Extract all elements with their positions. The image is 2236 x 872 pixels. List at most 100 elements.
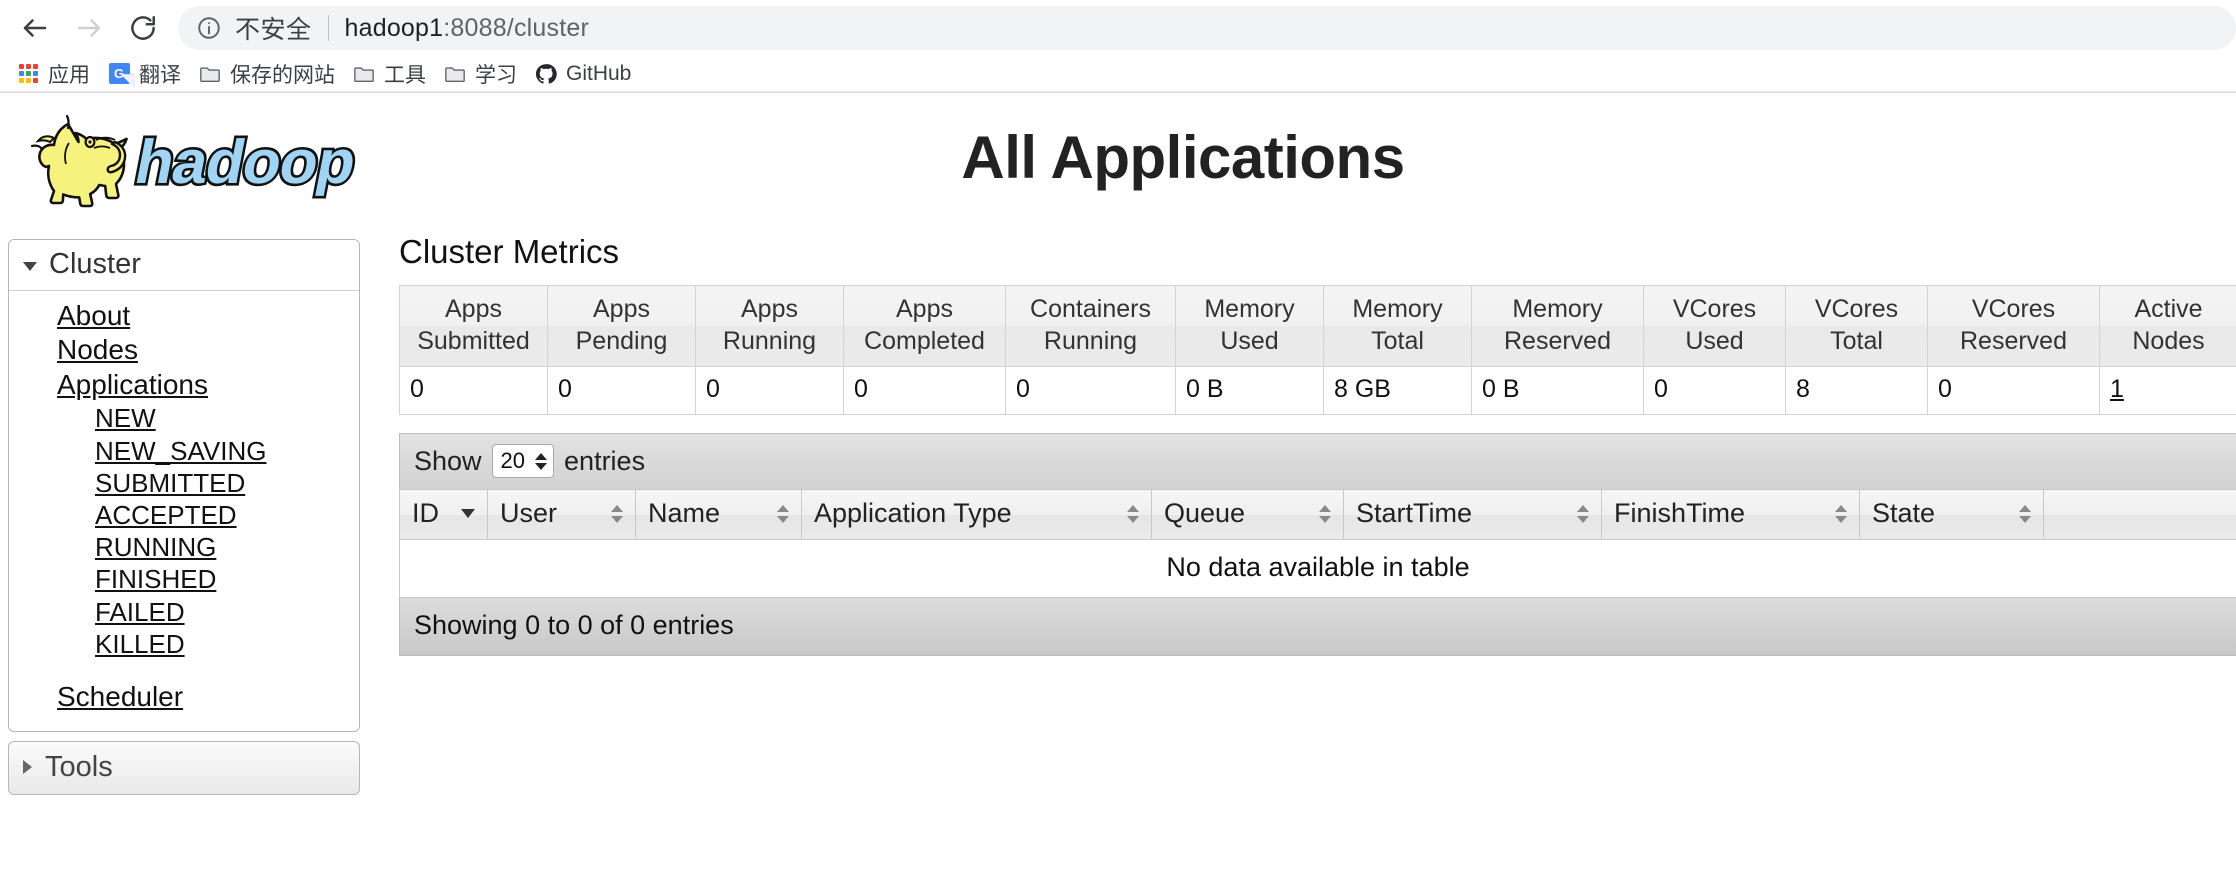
metrics-col-line2: Used xyxy=(1220,327,1279,355)
bookmark-translate[interactable]: G 翻译 xyxy=(99,59,190,89)
forward-arrow-icon xyxy=(74,13,104,43)
bookmark-saved-sites[interactable]: 保存的网站 xyxy=(190,59,344,89)
metrics-col-line2: Nodes xyxy=(2132,327,2205,355)
sidebar-item-killed[interactable]: KILLED xyxy=(9,628,359,660)
folder-icon xyxy=(199,63,221,85)
sort-both-icon xyxy=(2019,504,2031,523)
url-host: hadoop1 xyxy=(344,13,444,42)
bookmark-tools[interactable]: 工具 xyxy=(344,59,435,89)
sort-both-icon xyxy=(777,504,789,523)
bookmark-github[interactable]: GitHub xyxy=(526,59,640,89)
sidebar-item-scheduler[interactable]: Scheduler xyxy=(9,680,359,714)
bookmark-label: 学习 xyxy=(475,63,517,87)
metrics-col-line2: Total xyxy=(1371,327,1424,355)
col-header-id[interactable]: ID xyxy=(399,489,488,540)
sort-both-icon xyxy=(611,504,623,523)
metrics-col-vcores-used: VCores Used xyxy=(1643,285,1786,367)
sidebar-tools-header[interactable]: Tools xyxy=(8,740,360,795)
forward-button[interactable] xyxy=(62,1,116,55)
applications-table: ID User Name Application Type Queue Star… xyxy=(399,489,2236,598)
folder-icon xyxy=(444,63,466,85)
metrics-col-line1: Containers xyxy=(1030,295,1151,323)
page-length-value: 20 xyxy=(500,448,526,473)
metrics-col-vcores-total: VCores Total xyxy=(1785,285,1928,367)
address-bar[interactable]: 不安全 hadoop1:8088/cluster xyxy=(178,6,2236,50)
col-label: Queue xyxy=(1164,498,1246,528)
metrics-col-line1: Apps xyxy=(593,295,650,323)
page-title: All Applications xyxy=(961,124,1405,191)
security-status-label: 不安全 xyxy=(235,16,312,44)
col-header-name[interactable]: Name xyxy=(635,489,802,540)
reload-icon xyxy=(128,13,158,43)
metrics-col-line1: Memory xyxy=(1512,295,1603,323)
metrics-value-apps-running: 0 xyxy=(695,366,844,415)
bookmark-study[interactable]: 学习 xyxy=(435,59,526,89)
metrics-col-line2: Running xyxy=(722,327,817,355)
show-label: Show xyxy=(414,445,482,476)
sidebar-cluster-links: About Nodes Applications NEW NEW_SAVING … xyxy=(9,291,359,731)
metrics-col-line1: Memory xyxy=(1204,295,1295,323)
metrics-col-line2: Used xyxy=(1685,327,1744,355)
sidebar-item-nodes[interactable]: Nodes xyxy=(9,333,359,367)
sidebar-item-new-saving[interactable]: NEW_SAVING xyxy=(9,435,359,467)
active-nodes-link[interactable]: 1 xyxy=(2110,375,2124,403)
datatable-info-bar: Showing 0 to 0 of 0 entries xyxy=(399,598,2236,656)
main-content: Cluster Metrics Apps Submitted Apps Pendin… xyxy=(399,233,2236,656)
reload-button[interactable] xyxy=(116,1,170,55)
applications-datatable: Show 20 entries ID User Name Application… xyxy=(399,433,2236,656)
metrics-col-line2: Submitted xyxy=(417,327,530,355)
sidebar-item-finished[interactable]: FINISHED xyxy=(9,563,359,595)
metrics-col-line2: Completed xyxy=(864,327,985,355)
col-header-queue[interactable]: Queue xyxy=(1151,489,1344,540)
sidebar-item-applications[interactable]: Applications xyxy=(9,368,359,402)
col-header-finishtime[interactable]: FinishTime xyxy=(1601,489,1860,540)
col-label: User xyxy=(500,498,558,528)
sidebar-item-running[interactable]: RUNNING xyxy=(9,531,359,563)
sidebar-cluster-header[interactable]: Cluster xyxy=(9,240,359,291)
metrics-value-vcores-used: 0 xyxy=(1643,366,1786,415)
sidebar-item-accepted[interactable]: ACCEPTED xyxy=(9,499,359,531)
sidebar-item-failed[interactable]: FAILED xyxy=(9,596,359,628)
col-label: ID xyxy=(412,498,439,528)
col-header-starttime[interactable]: StartTime xyxy=(1343,489,1602,540)
caret-down-icon xyxy=(23,262,37,271)
metrics-header-row: Apps Submitted Apps Pending Apps Running Ap… xyxy=(399,285,2236,367)
sort-both-icon xyxy=(1319,504,1331,523)
sidebar-item-about[interactable]: About xyxy=(9,299,359,333)
sidebar-cluster-block: Cluster About Nodes Applications NEW NEW… xyxy=(8,239,360,732)
metrics-col-active-nodes: Active Nodes xyxy=(2099,285,2236,367)
sidebar-item-submitted[interactable]: SUBMITTED xyxy=(9,467,359,499)
bookmark-label: 应用 xyxy=(48,63,90,87)
metrics-col-line1: Active xyxy=(2134,295,2203,323)
info-circle-icon[interactable] xyxy=(196,15,222,41)
back-arrow-icon xyxy=(20,13,50,43)
page-length-select[interactable]: 20 xyxy=(491,444,555,478)
metrics-col-memory-reserved: Memory Reserved xyxy=(1471,285,1644,367)
browser-chrome: 不安全 hadoop1:8088/cluster 应用 G 翻译 保存的网站 工… xyxy=(0,0,2236,92)
col-header-application-type[interactable]: Application Type xyxy=(801,489,1152,540)
datatable-length-bar: Show 20 entries xyxy=(399,433,2236,489)
metrics-col-apps-submitted: Apps Submitted xyxy=(399,285,548,367)
caret-right-icon xyxy=(23,760,32,775)
metrics-col-containers-running: Containers Running xyxy=(1005,285,1176,367)
metrics-col-line2: Pending xyxy=(575,327,668,355)
folder-icon xyxy=(353,63,375,85)
bookmark-apps[interactable]: 应用 xyxy=(8,59,99,89)
metrics-value-active-nodes: 1 xyxy=(2099,366,2236,415)
metrics-col-line1: Apps xyxy=(741,295,798,323)
applications-header-row: ID User Name Application Type Queue Star… xyxy=(399,489,2236,540)
metrics-col-line1: Memory xyxy=(1352,295,1443,323)
sidebar-item-new[interactable]: NEW xyxy=(9,402,359,434)
back-button[interactable] xyxy=(8,1,62,55)
sidebar-tools-label: Tools xyxy=(45,750,113,783)
metrics-value-apps-completed: 0 xyxy=(843,366,1006,415)
url-path: :8088/cluster xyxy=(443,13,589,42)
metrics-value-apps-submitted: 0 xyxy=(399,366,548,415)
metrics-col-memory-total: Memory Total xyxy=(1323,285,1472,367)
col-header-user[interactable]: User xyxy=(487,489,636,540)
bookmark-label: 保存的网站 xyxy=(230,63,335,87)
col-label: FinishTime xyxy=(1614,498,1746,528)
col-header-state[interactable]: State xyxy=(1859,489,2044,540)
empty-table-message: No data available in table xyxy=(399,539,2236,598)
bookmarks-bar: 应用 G 翻译 保存的网站 工具 学习 GitHub xyxy=(0,56,2236,92)
